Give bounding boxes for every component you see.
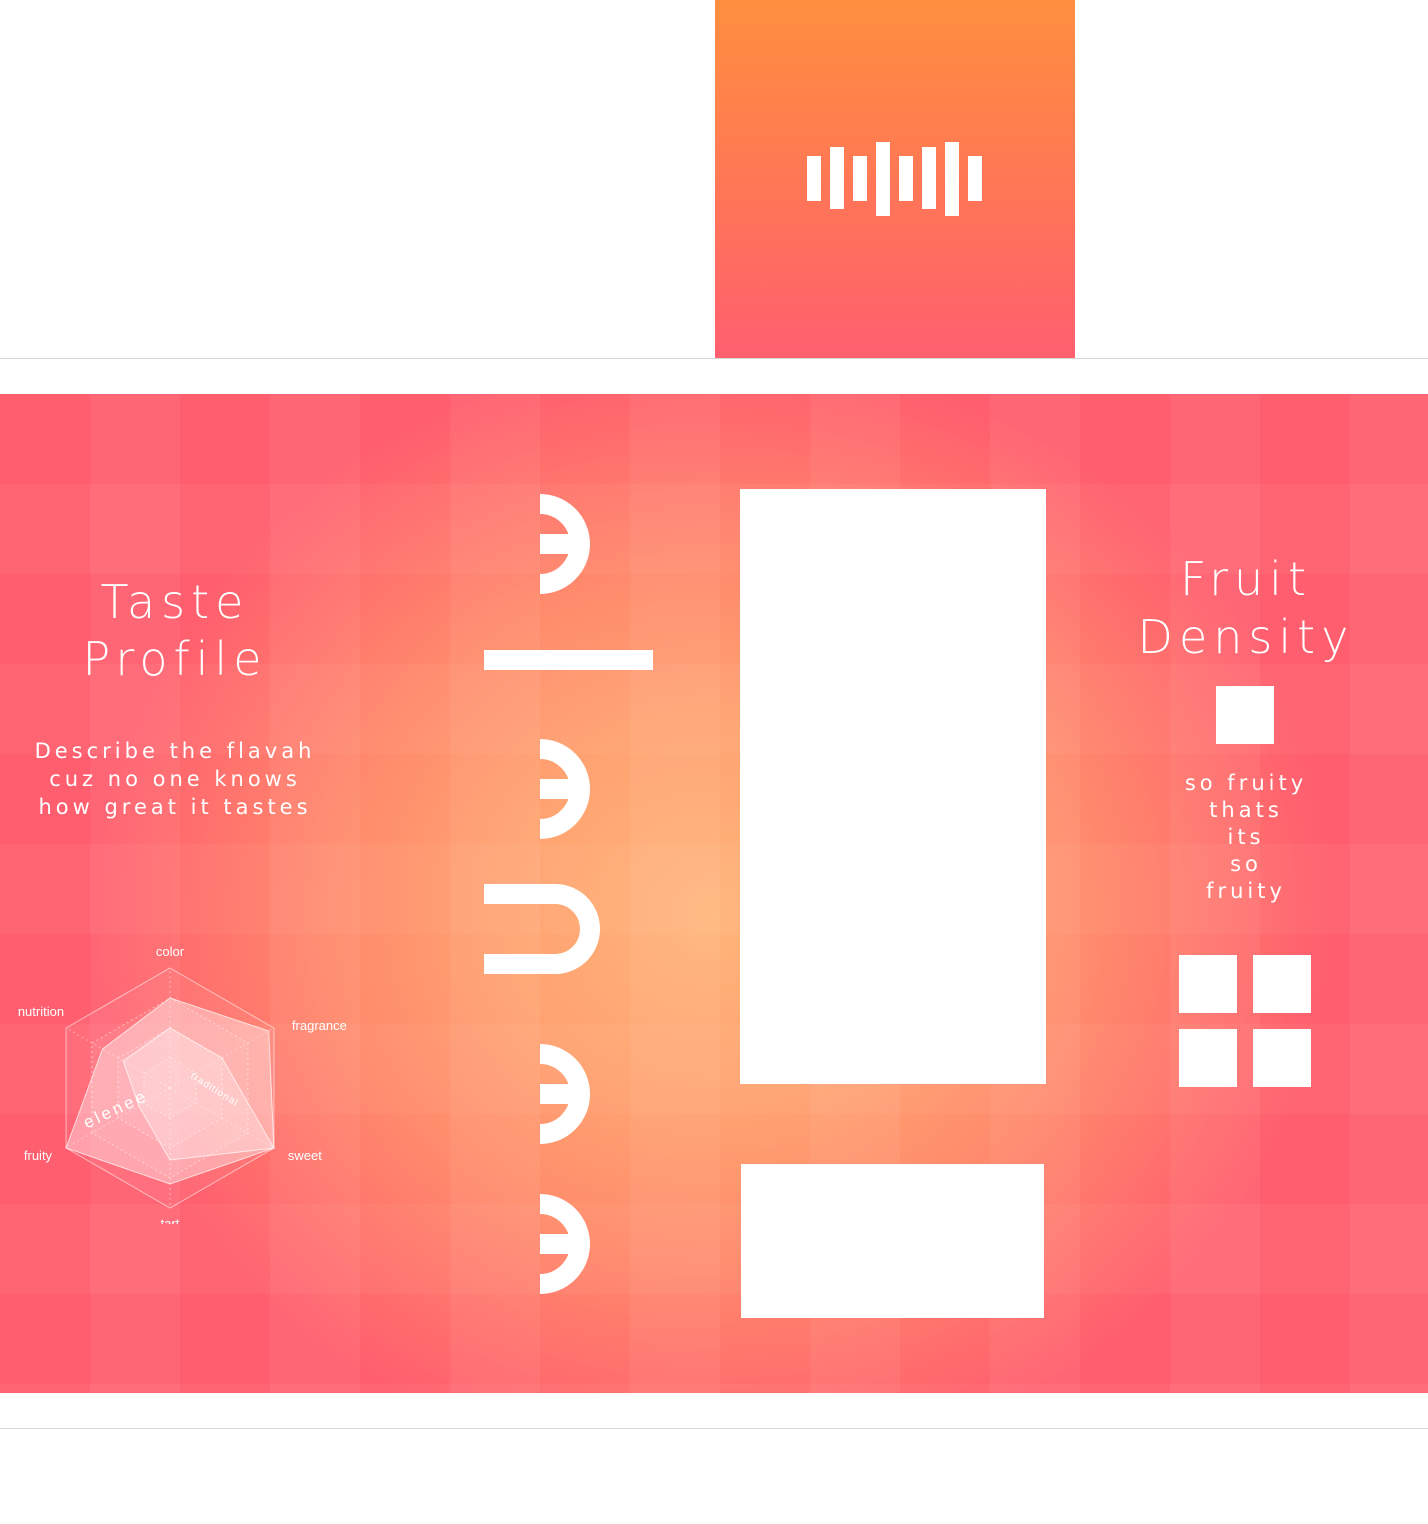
radar-axis-label-sweet: sweet: [288, 1148, 322, 1163]
bottom-fold-line: [0, 1428, 1428, 1429]
brand-letter-n: [484, 884, 601, 974]
brand-letter-e-4: [539, 1194, 590, 1294]
taste-title-line-1: Taste: [100, 575, 250, 629]
fruit-density-title: Fruit Density: [1096, 550, 1396, 666]
label-window-small: [741, 1164, 1044, 1318]
radar-axis-label-color: color: [156, 944, 185, 959]
brand-letter-e-2: [539, 739, 590, 839]
top-fold-line: [0, 358, 1428, 359]
brand-letter-e-1: [539, 494, 590, 594]
radar-axis-label-nutrition: nutrition: [18, 1004, 64, 1019]
taste-profile-title: Taste Profile: [0, 574, 350, 688]
fruit-desc-line-2: thats: [1209, 798, 1283, 822]
fruit-desc-line-4: so: [1230, 852, 1262, 876]
label-window-large: [740, 489, 1046, 1084]
brand-wordmark-vertical: [484, 494, 653, 1294]
taste-radar-chart: colorfragrancesweettartfruitynutritionel…: [18, 944, 347, 1224]
fruit-desc-line-3: its: [1227, 825, 1265, 849]
front-panel: Taste Profile Describe the flavah cuz no…: [0, 394, 1428, 1393]
taste-desc-line-2: cuz no one knows: [49, 767, 301, 791]
brand-letter-e-3: [539, 1044, 590, 1144]
radar-axis-label-fragrance: fragrance: [292, 1018, 347, 1033]
fruit-desc-line-5: fruity: [1206, 879, 1286, 903]
fruit-density-description: so fruity thats its so fruity: [1096, 770, 1396, 905]
top-flap: [715, 0, 1075, 358]
taste-desc-line-3: how great it tastes: [38, 795, 312, 819]
taste-title-line-2: Profile: [82, 632, 268, 686]
fruit-title-line-1: Fruit: [1180, 552, 1312, 606]
taste-desc-line-1: Describe the flavah: [34, 739, 316, 763]
radar-axis-label-fruity: fruity: [24, 1148, 53, 1163]
fruit-desc-line-1: so fruity: [1184, 771, 1308, 795]
taste-profile-description: Describe the flavah cuz no one knows how…: [0, 737, 350, 821]
radar-axis-label-tart: tart: [161, 1216, 180, 1224]
single-square-icon: [1216, 686, 1274, 744]
fruit-title-line-2: Density: [1137, 610, 1355, 664]
